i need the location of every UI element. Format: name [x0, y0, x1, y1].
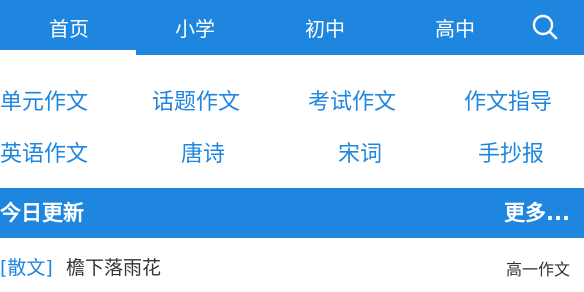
tab-junior-high-label: 初中 — [305, 17, 345, 41]
tab-junior-high[interactable]: 初中 — [290, 0, 360, 55]
category-english-essay[interactable]: 英语作文 — [0, 140, 110, 170]
tab-senior-high[interactable]: 高中 — [420, 0, 490, 55]
article-tag: [散文] — [0, 257, 53, 279]
updates-header: 今日更新 更多... — [0, 188, 584, 238]
category-exam-essay[interactable]: 考试作文 — [308, 88, 420, 118]
category-tang-poems[interactable]: 唐诗 — [181, 140, 241, 170]
category-writing-guide[interactable]: 作文指导 — [464, 88, 576, 118]
tab-senior-high-label: 高中 — [435, 17, 475, 41]
tab-home[interactable]: 首页 — [34, 0, 104, 55]
list-item[interactable]: [散文] 檐下落雨花 高一作文 — [0, 238, 584, 292]
category-topic-essay[interactable]: 话题作文 — [152, 88, 264, 118]
article-title: 檐下落雨花 — [66, 257, 162, 279]
top-nav-bar: 首页 小学 初中 高中 — [0, 0, 584, 55]
tab-primary-school[interactable]: 小学 — [160, 0, 230, 55]
category-grid: 单元作文 话题作文 考试作文 作文指导 英语作文 唐诗 宋词 手抄报 — [0, 55, 584, 188]
category-song-ci[interactable]: 宋词 — [338, 140, 398, 170]
category-handwritten-newspaper[interactable]: 手抄报 — [478, 140, 568, 170]
updates-title: 今日更新 — [0, 201, 84, 225]
search-icon — [532, 14, 558, 40]
article-grade: 高一作文 — [505, 260, 570, 279]
tab-home-label: 首页 — [49, 17, 89, 41]
more-updates-link[interactable]: 更多... — [504, 188, 570, 238]
tab-primary-school-label: 小学 — [175, 17, 215, 41]
category-unit-essay[interactable]: 单元作文 — [0, 88, 110, 118]
search-button[interactable] — [526, 8, 564, 46]
